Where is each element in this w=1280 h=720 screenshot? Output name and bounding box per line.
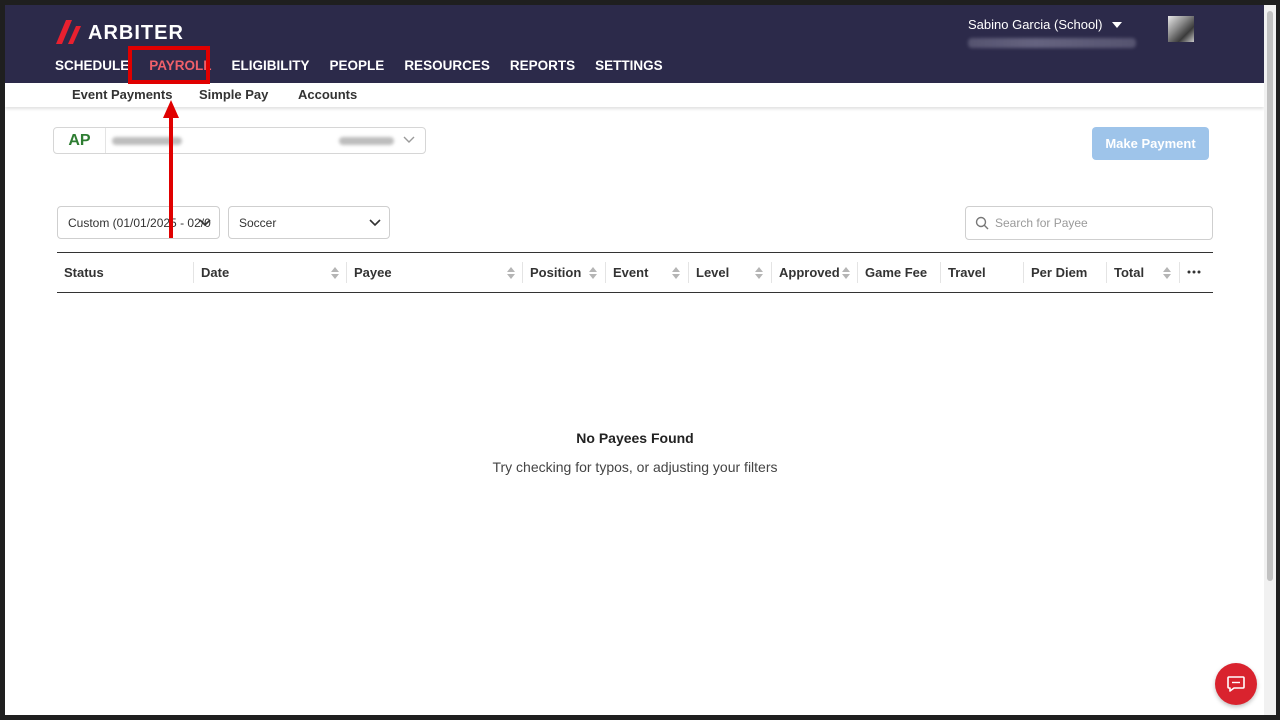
- sort-icon[interactable]: [331, 267, 339, 279]
- subnav-simple-pay[interactable]: Simple Pay: [199, 87, 268, 102]
- col-position[interactable]: Position: [522, 262, 605, 283]
- empty-state-message: Try checking for typos, or adjusting you…: [492, 459, 778, 475]
- account-badge: AP: [54, 128, 106, 153]
- col-total-label: Total: [1114, 265, 1145, 280]
- scrollbar-thumb[interactable]: [1267, 11, 1273, 581]
- col-travel: Travel: [940, 262, 1023, 283]
- search-icon: [975, 216, 989, 230]
- user-menu[interactable]: Sabino Garcia (School): [968, 17, 1136, 48]
- sort-icon[interactable]: [507, 267, 515, 279]
- col-date-label: Date: [201, 265, 230, 280]
- brand-name: ARBITER: [88, 22, 184, 44]
- subnav-accounts[interactable]: Accounts: [298, 87, 357, 102]
- chevron-down-icon: [199, 219, 211, 227]
- col-approved-label: Approved: [779, 265, 840, 280]
- col-total[interactable]: Total: [1106, 262, 1179, 283]
- caret-down-icon[interactable]: [1112, 21, 1123, 28]
- subnav-event-payments[interactable]: Event Payments: [72, 87, 172, 102]
- arbiter-logo[interactable]: ARBITER: [56, 18, 184, 45]
- sort-icon[interactable]: [1163, 267, 1171, 279]
- table-options[interactable]: [1179, 262, 1213, 283]
- chevron-down-icon: [369, 219, 381, 227]
- search-input[interactable]: [995, 216, 1195, 230]
- more-options-icon[interactable]: [1187, 270, 1201, 274]
- avatar[interactable]: [1168, 16, 1194, 42]
- sport-value: Soccer: [239, 215, 277, 230]
- make-payment-button[interactable]: Make Payment: [1092, 127, 1209, 160]
- annotation-highlight-box: [128, 46, 210, 84]
- payee-search[interactable]: [965, 206, 1213, 240]
- col-game-fee: Game Fee: [857, 262, 940, 283]
- nav-settings[interactable]: SETTINGS: [595, 58, 663, 74]
- page-scrollbar[interactable]: [1264, 5, 1276, 715]
- annotation-arrow-icon: [163, 100, 179, 238]
- date-range-dropdown[interactable]: Custom (01/01/2025 - 02/0: [57, 206, 220, 239]
- window-frame: [0, 0, 1280, 720]
- sport-dropdown[interactable]: Soccer: [228, 206, 390, 239]
- date-range-value: Custom (01/01/2025 - 02/0: [68, 215, 211, 230]
- nav-reports[interactable]: REPORTS: [510, 58, 575, 74]
- nav-people[interactable]: PEOPLE: [330, 58, 385, 74]
- chat-icon: [1227, 676, 1245, 692]
- sub-nav: Event Payments Simple Pay Accounts: [5, 83, 1264, 107]
- col-position-label: Position: [530, 265, 582, 280]
- col-payee-label: Payee: [354, 265, 392, 280]
- col-status: Status: [64, 265, 104, 280]
- user-name: Sabino Garcia (School): [968, 17, 1103, 32]
- chat-button[interactable]: [1215, 663, 1257, 705]
- col-per-diem: Per Diem: [1023, 262, 1106, 283]
- arbiter-logo-icon: [56, 19, 81, 44]
- col-date[interactable]: Date: [193, 262, 346, 283]
- account-balance-redacted: [339, 137, 394, 145]
- chevron-down-icon: [403, 136, 415, 143]
- nav-eligibility[interactable]: ELIGIBILITY: [232, 58, 310, 74]
- empty-state-title: No Payees Found: [576, 430, 694, 446]
- col-level-label: Level: [696, 265, 730, 280]
- account-selector[interactable]: AP: [53, 127, 426, 154]
- nav-resources[interactable]: RESOURCES: [404, 58, 490, 74]
- nav-schedule[interactable]: SCHEDULE: [55, 58, 129, 74]
- col-event-label: Event: [613, 265, 649, 280]
- sort-icon[interactable]: [672, 267, 680, 279]
- col-event[interactable]: Event: [605, 262, 688, 283]
- col-approved[interactable]: Approved: [771, 262, 857, 283]
- sort-icon[interactable]: [589, 267, 597, 279]
- col-level[interactable]: Level: [688, 262, 771, 283]
- table-header: Status Date Payee Position Event Level A…: [57, 252, 1213, 293]
- user-subtitle-redacted: [968, 38, 1136, 48]
- col-payee[interactable]: Payee: [346, 262, 522, 283]
- sort-icon[interactable]: [755, 267, 763, 279]
- sort-icon[interactable]: [842, 267, 850, 279]
